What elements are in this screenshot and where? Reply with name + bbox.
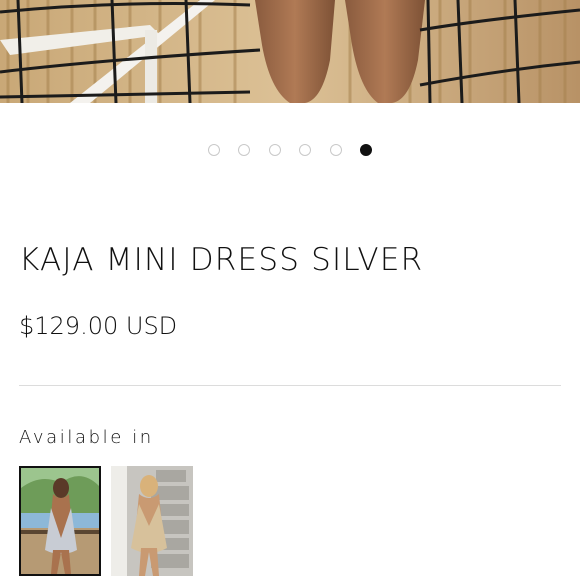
carousel-dot-4[interactable] (299, 144, 311, 156)
variant-swatch-gold[interactable] (111, 466, 193, 576)
product-title: KAJA MINI DRESS SILVER (19, 242, 424, 278)
variant-silver-thumbnail (21, 468, 99, 574)
carousel-dot-3[interactable] (269, 144, 281, 156)
carousel-dot-5[interactable] (330, 144, 342, 156)
carousel-dot-6[interactable] (360, 144, 372, 156)
product-image[interactable] (0, 0, 580, 103)
variant-gold-thumbnail (111, 466, 193, 576)
carousel-pagination (0, 144, 580, 158)
carousel-dot-1[interactable] (208, 144, 220, 156)
available-in-heading: Available in (19, 427, 154, 448)
product-photo (0, 0, 580, 103)
product-price: $129.00 USD (19, 312, 178, 340)
variant-swatch-silver[interactable] (19, 466, 101, 576)
divider (19, 385, 561, 386)
carousel-dot-2[interactable] (238, 144, 250, 156)
